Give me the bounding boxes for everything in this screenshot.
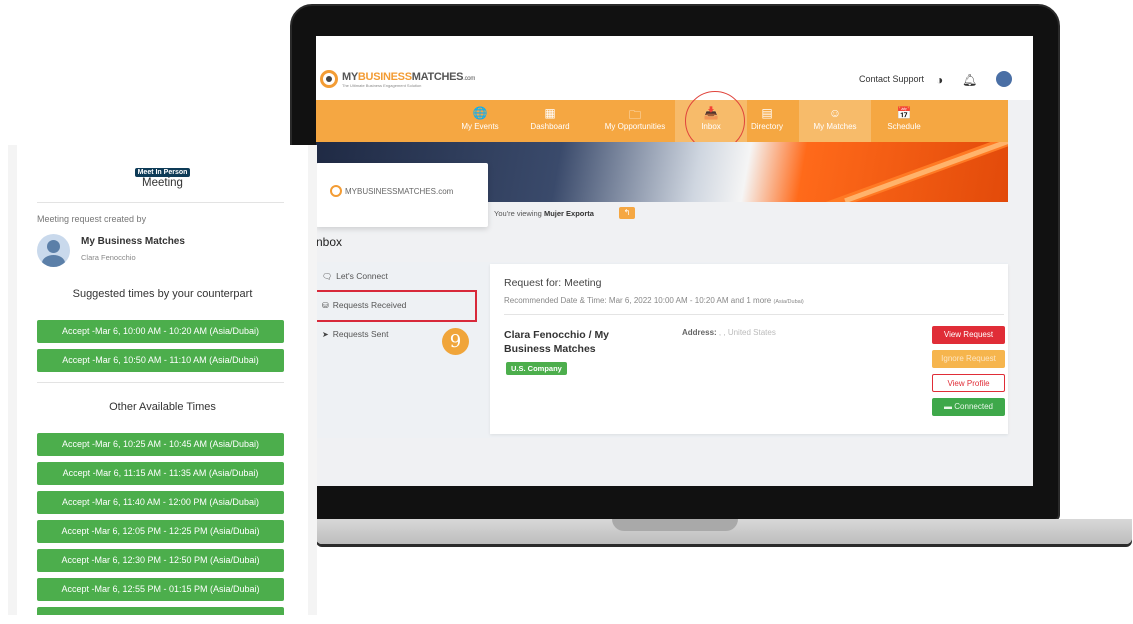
request-timezone: (Asia/Dubai) bbox=[773, 299, 804, 305]
app-screen: MYBUSINESSMATCHES.com The Ultimate Busin… bbox=[316, 36, 1033, 486]
contact-support-link[interactable]: Contact Support bbox=[859, 74, 924, 84]
logo-tld: .com bbox=[463, 75, 476, 82]
requester-name: Clara Fenocchio / My Business Matches bbox=[504, 329, 610, 355]
suggested-times-title: Suggested times by your counterpart bbox=[72, 288, 253, 300]
accept-other-slot[interactable]: Accept -Mar 6, 10:25 AM - 10:45 AM (Asia… bbox=[37, 433, 284, 456]
ignore-request-button[interactable]: Ignore Request bbox=[932, 350, 1005, 368]
divider bbox=[37, 382, 284, 383]
contrast-toggle-icon[interactable]: ◑ bbox=[936, 73, 943, 87]
accept-other-slot[interactable]: Accept -Mar 6, 11:15 AM - 11:35 AM (Asia… bbox=[37, 462, 284, 485]
divider bbox=[504, 314, 1004, 315]
sidebar-item-lets-connect[interactable]: 🗨 Let's Connect bbox=[322, 271, 388, 281]
step-number-badge: 9 bbox=[442, 328, 469, 355]
logo-mark-icon bbox=[330, 185, 342, 197]
laptop-notch bbox=[612, 519, 738, 531]
connected-label: Connected bbox=[954, 402, 993, 411]
accept-suggested-slot[interactable]: Accept -Mar 6, 10:50 AM - 11:10 AM (Asia… bbox=[37, 349, 284, 372]
connected-button[interactable]: ▬ Connected bbox=[932, 398, 1005, 416]
request-title: Request for: Meeting bbox=[504, 277, 602, 289]
request-card: Request for: Meeting Recommended Date & … bbox=[490, 264, 1008, 434]
accept-other-slot[interactable]: Accept -Mar 6, 12:05 PM - 12:25 PM (Asia… bbox=[37, 520, 284, 543]
requester-address: Address: , , United States bbox=[682, 328, 776, 337]
viewing-event-name: Mujer Exporta bbox=[543, 209, 594, 218]
calendar-icon: 📅 bbox=[896, 106, 912, 120]
brand-logo[interactable]: MYBUSINESSMATCHES.com The Ultimate Busin… bbox=[320, 70, 475, 88]
switch-event-button[interactable]: ↰ bbox=[619, 207, 635, 219]
meeting-panel-content: Meet In Person Meeting Meeting request c… bbox=[17, 145, 308, 615]
meeting-type-tag: Meet In Person bbox=[134, 168, 191, 177]
sidebar-item-requests-sent[interactable]: ➤ Requests Sent bbox=[322, 329, 388, 339]
person-name: Clara Fenocchio bbox=[81, 253, 136, 262]
divider bbox=[37, 202, 284, 203]
address-label: Address: bbox=[682, 328, 717, 337]
viewing-prefix: You're viewing bbox=[494, 209, 542, 218]
nav-dashboard[interactable]: ▦ Dashboard bbox=[514, 100, 586, 142]
view-profile-button[interactable]: View Profile bbox=[932, 374, 1005, 392]
company-badge: U.S. Company bbox=[506, 362, 567, 375]
nav-my-opportunities[interactable]: 🗀 My Opportunities bbox=[599, 100, 671, 142]
inbox-heading: nbox bbox=[316, 235, 343, 249]
logo-prefix: MY bbox=[342, 70, 358, 83]
view-request-button[interactable]: View Request bbox=[932, 326, 1005, 344]
event-logo-card: MYBUSINESSMATCHES.com bbox=[316, 163, 488, 227]
organizer-avatar bbox=[37, 234, 70, 267]
accept-other-slot[interactable]: Accept -Mar 6, 12:55 PM - 01:15 PM (Asia… bbox=[37, 578, 284, 601]
send-icon: ➤ bbox=[322, 329, 329, 339]
viewing-event-text: You're viewing Mujer Exporta bbox=[494, 209, 594, 218]
connected-icon: ▬ bbox=[944, 402, 955, 411]
logo-mark-icon bbox=[320, 70, 338, 88]
accept-suggested-slot[interactable]: Accept -Mar 6, 10:00 AM - 10:20 AM (Asia… bbox=[37, 320, 284, 343]
accept-other-slot[interactable]: Accept -Mar 6, 11:40 AM - 12:00 PM (Asia… bbox=[37, 491, 284, 514]
globe-icon: 🌐 bbox=[472, 106, 488, 120]
notification-bell-icon[interactable]: 🔔︎ bbox=[962, 73, 977, 87]
logo-accent: BUSINESS bbox=[357, 70, 412, 83]
created-by-label: Meeting request created by bbox=[37, 214, 147, 224]
event-logo-text: MYBUSINESSMATCHES.com bbox=[345, 186, 454, 196]
nav-label: Schedule bbox=[887, 122, 921, 131]
other-times-title: Other Available Times bbox=[109, 401, 216, 413]
accept-other-slot-partial[interactable] bbox=[37, 607, 284, 615]
request-date-text: Recommended Date & Time: Mar 6, 2022 10:… bbox=[504, 296, 772, 305]
dashboard-icon: ▦ bbox=[544, 106, 556, 120]
logo-suffix: MATCHES bbox=[411, 70, 464, 83]
nav-label: My Matches bbox=[813, 122, 857, 131]
sidebar-item-label: Let's Connect bbox=[336, 271, 388, 281]
top-bar: MYBUSINESSMATCHES.com The Ultimate Busin… bbox=[316, 36, 1033, 100]
nav-label: My Events bbox=[461, 122, 499, 131]
nav-label: My Opportunities bbox=[604, 122, 666, 131]
folder-icon: 🗀 bbox=[628, 108, 641, 122]
address-value: , , United States bbox=[718, 328, 776, 337]
chat-icon: 🗨 bbox=[322, 271, 333, 281]
meeting-title: Meeting bbox=[142, 177, 183, 189]
user-avatar[interactable] bbox=[996, 71, 1012, 87]
nav-schedule[interactable]: 📅 Schedule bbox=[868, 100, 940, 142]
request-date: Recommended Date & Time: Mar 6, 2022 10:… bbox=[504, 296, 804, 305]
user-icon: ☺ bbox=[828, 106, 842, 120]
accept-other-slot[interactable]: Accept -Mar 6, 12:30 PM - 12:50 PM (Asia… bbox=[37, 549, 284, 572]
main-nav: 🌐 My Events ▦ Dashboard 🗀 My Opportuniti… bbox=[316, 100, 1008, 142]
nav-my-events[interactable]: 🌐 My Events bbox=[444, 100, 516, 142]
sidebar-item-label: Requests Sent bbox=[332, 329, 389, 339]
meeting-panel: Meet In Person Meeting Meeting request c… bbox=[8, 145, 317, 615]
nav-label: Dashboard bbox=[530, 122, 570, 131]
requests-received-highlight bbox=[316, 290, 477, 322]
organizer-name: My Business Matches bbox=[81, 236, 185, 247]
nav-my-matches[interactable]: ☺ My Matches bbox=[799, 100, 871, 142]
logo-tagline: The Ultimate Business Engagement Solutio… bbox=[342, 82, 422, 88]
